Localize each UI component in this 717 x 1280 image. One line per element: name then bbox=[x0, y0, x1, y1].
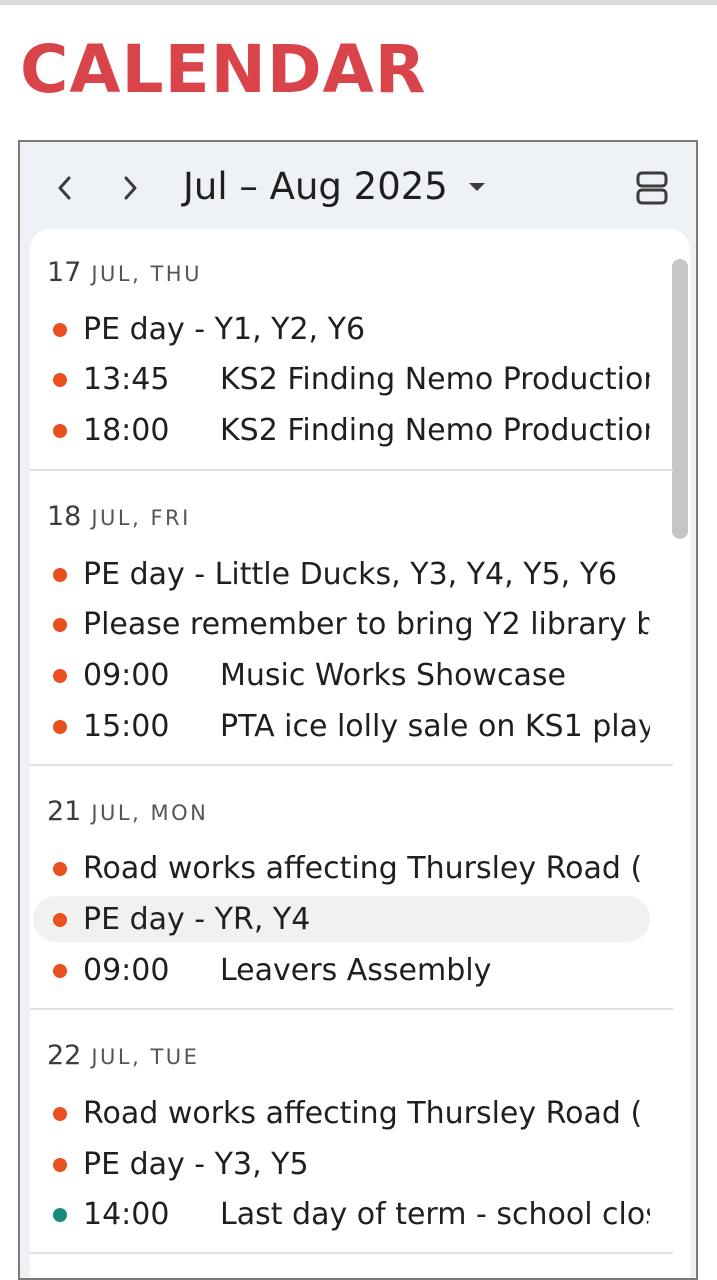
event-dot bbox=[53, 669, 67, 683]
event-title: Road works affecting Thursley Road ( bbox=[83, 1096, 643, 1131]
event-item[interactable]: PE day - Y3, Y5 bbox=[33, 1141, 650, 1187]
event-dot bbox=[53, 720, 67, 734]
event-dot bbox=[53, 1208, 67, 1222]
event-dot bbox=[53, 618, 67, 632]
event-item[interactable]: PE day - Little Ducks, Y3, Y4, Y5, Y6 bbox=[33, 551, 650, 597]
event-time: 15:00 bbox=[83, 709, 170, 744]
event-item[interactable]: PE day - Y1, Y2, Y6 bbox=[33, 306, 650, 352]
event-title: PE day - Y1, Y2, Y6 bbox=[83, 312, 366, 347]
day-header: 17 JUL, THU bbox=[47, 257, 202, 297]
chevron-left-icon bbox=[58, 176, 71, 200]
day-number: 17 bbox=[47, 257, 82, 288]
event-time: 14:00 bbox=[83, 1197, 170, 1232]
event-title: Last day of term - school closes bbox=[220, 1197, 650, 1232]
event-item[interactable]: 13:45 KS2 Finding Nemo Production bbox=[33, 356, 650, 402]
day-label: JUL, TUE bbox=[91, 1045, 200, 1069]
day-header: 18 JUL, FRI bbox=[47, 501, 191, 541]
prev-button[interactable] bbox=[44, 168, 84, 208]
day-number: 21 bbox=[47, 796, 82, 827]
event-title: PTA ice lolly sale on KS1 playground bbox=[220, 709, 650, 744]
event-item[interactable]: 14:00 Last day of term - school closes bbox=[33, 1191, 650, 1237]
event-dot bbox=[53, 913, 67, 927]
event-time: 13:45 bbox=[83, 362, 170, 397]
event-dot bbox=[53, 424, 67, 438]
event-dot bbox=[53, 862, 67, 876]
next-button[interactable] bbox=[111, 168, 151, 208]
event-item[interactable]: 09:00 Leavers Assembly bbox=[33, 947, 650, 993]
day-divider bbox=[30, 1008, 673, 1010]
day-number: 22 bbox=[47, 1040, 82, 1071]
event-dot bbox=[53, 1107, 67, 1121]
event-title: PE day - Y3, Y5 bbox=[83, 1147, 309, 1182]
event-title: Please remember to bring Y2 library book… bbox=[83, 607, 650, 642]
day-divider bbox=[30, 1252, 673, 1254]
event-title: Music Works Showcase bbox=[220, 658, 566, 693]
event-dot bbox=[53, 323, 67, 337]
event-title: PE day - YR, Y4 bbox=[83, 902, 311, 937]
calendar-widget: Jul – Aug 2025 17 JUL, THU PE day - Y1, … bbox=[18, 140, 698, 1280]
caret-down-icon bbox=[468, 183, 485, 191]
page-title: CALENDAR bbox=[20, 31, 427, 108]
agenda-view-icon bbox=[636, 171, 668, 205]
date-range-selector[interactable]: Jul – Aug 2025 bbox=[183, 162, 486, 212]
event-item[interactable]: Road works affecting Thursley Road ( bbox=[33, 1090, 650, 1136]
event-dot bbox=[53, 964, 67, 978]
day-number: 18 bbox=[47, 501, 82, 532]
top-bar bbox=[0, 0, 717, 5]
view-toggle-button[interactable] bbox=[632, 168, 672, 208]
event-item[interactable]: PE day - YR, Y4 bbox=[33, 896, 650, 942]
scrollbar[interactable] bbox=[672, 259, 688, 539]
event-title: KS2 Finding Nemo Production bbox=[220, 362, 650, 397]
day-label: JUL, MON bbox=[91, 801, 209, 825]
event-title: KS2 Finding Nemo Production bbox=[220, 413, 650, 448]
event-item[interactable]: Please remember to bring Y2 library book… bbox=[33, 601, 650, 647]
event-title: Leavers Assembly bbox=[220, 953, 492, 988]
event-dot bbox=[53, 1158, 67, 1172]
event-item[interactable]: 09:00 Music Works Showcase bbox=[33, 652, 650, 698]
event-time: 09:00 bbox=[83, 658, 170, 693]
day-header: 21 JUL, MON bbox=[47, 796, 208, 836]
event-time: 09:00 bbox=[83, 953, 170, 988]
event-title: PE day - Little Ducks, Y3, Y4, Y5, Y6 bbox=[83, 557, 618, 592]
date-range-label: Jul – Aug 2025 bbox=[183, 165, 448, 208]
day-divider bbox=[30, 469, 673, 471]
calendar-header: Jul – Aug 2025 bbox=[20, 142, 696, 230]
chevron-right-icon bbox=[124, 176, 137, 200]
event-dot bbox=[53, 568, 67, 582]
event-item[interactable]: 18:00 KS2 Finding Nemo Production bbox=[33, 407, 650, 453]
event-title: Road works affecting Thursley Road ( bbox=[83, 851, 643, 886]
day-header: 22 JUL, TUE bbox=[47, 1040, 199, 1080]
day-label: JUL, FRI bbox=[91, 506, 191, 530]
event-time: 18:00 bbox=[83, 413, 170, 448]
day-label: JUL, THU bbox=[91, 262, 202, 286]
day-divider bbox=[30, 764, 673, 766]
agenda-list[interactable]: 17 JUL, THU PE day - Y1, Y2, Y6 13:45 KS… bbox=[30, 229, 690, 1278]
event-dot bbox=[53, 373, 67, 387]
event-item[interactable]: Road works affecting Thursley Road ( bbox=[33, 845, 650, 891]
event-item[interactable]: 15:00 PTA ice lolly sale on KS1 playgrou… bbox=[33, 703, 650, 749]
